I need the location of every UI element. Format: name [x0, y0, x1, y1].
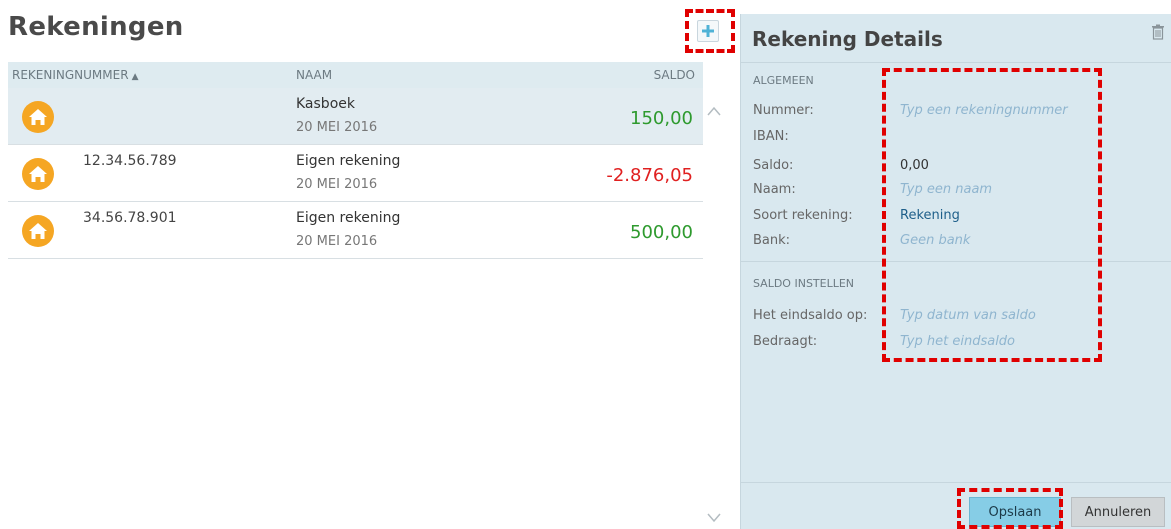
plus-icon [701, 24, 715, 38]
account-name: Eigen rekening [296, 210, 401, 226]
account-saldo: 500,00 [630, 222, 693, 243]
saldo-label: Saldo: [753, 158, 794, 173]
eindsaldo-date-input[interactable]: Typ datum van saldo [900, 308, 1036, 323]
account-saldo: 150,00 [630, 108, 693, 129]
cancel-button[interactable]: Annuleren [1071, 497, 1165, 527]
chevron-up-icon[interactable] [707, 104, 721, 120]
eindsaldo-amount-input[interactable]: Typ het eindsaldo [900, 334, 1015, 349]
accounts-table-header: REKENINGNUMMER ▲ NAAM SALDO [8, 62, 703, 88]
account-details-panel: Rekening Details ALGEMEEN Nummer: Typ ee… [740, 14, 1171, 529]
account-row[interactable]: Kasboek 20 MEI 2016 150,00 [8, 88, 703, 145]
naam-input[interactable]: Typ een naam [900, 182, 992, 197]
accounts-panel: Rekeningen REKENINGNUMMER ▲ NAAM SALDO Ka… [0, 0, 735, 529]
details-title: Rekening Details [752, 27, 943, 51]
bedraagt-label: Bedraagt: [753, 334, 818, 349]
house-icon [22, 215, 54, 247]
account-name: Eigen rekening [296, 153, 401, 169]
iban-input[interactable] [900, 129, 1090, 147]
account-row[interactable]: 12.34.56.789 Eigen rekening 20 MEI 2016 … [8, 145, 703, 202]
nummer-label: Nummer: [753, 103, 814, 118]
column-header-name[interactable]: NAAM [296, 68, 332, 82]
nummer-input[interactable]: Typ een rekeningnummer [900, 103, 1068, 118]
account-date: 20 MEI 2016 [296, 120, 378, 135]
eindsaldo-op-label: Het eindsaldo op: [753, 308, 868, 323]
naam-label: Naam: [753, 182, 796, 197]
column-header-number[interactable]: REKENINGNUMMER ▲ [12, 68, 138, 82]
divider [741, 261, 1171, 262]
saldo-value: 0,00 [900, 158, 929, 173]
column-header-saldo[interactable]: SALDO [654, 68, 695, 82]
section-general-label: ALGEMEEN [753, 74, 814, 87]
account-number: 34.56.78.901 [83, 210, 177, 226]
divider [741, 482, 1171, 483]
account-row[interactable]: 34.56.78.901 Eigen rekening 20 MEI 2016 … [8, 202, 703, 259]
chevron-down-icon[interactable] [707, 511, 721, 527]
account-name: Kasboek [296, 96, 355, 112]
house-icon [22, 101, 54, 133]
accounts-list: Kasboek 20 MEI 2016 150,00 12.34.56.789 … [8, 88, 703, 259]
add-account-button[interactable] [697, 20, 719, 42]
section-saldo-label: SALDO INSTELLEN [753, 277, 855, 290]
soort-rekening-label: Soort rekening: [753, 208, 853, 223]
account-number: 12.34.56.789 [83, 153, 177, 169]
trash-icon[interactable] [1151, 24, 1165, 44]
divider [741, 62, 1171, 63]
house-icon [22, 158, 54, 190]
list-scrollbar[interactable] [703, 88, 727, 529]
save-button[interactable]: Opslaan [969, 497, 1061, 527]
page-title: Rekeningen [8, 12, 184, 42]
soort-rekening-select[interactable]: Rekening [900, 208, 960, 223]
iban-label: IBAN: [753, 129, 789, 144]
bank-select[interactable]: Geen bank [900, 233, 970, 248]
account-date: 20 MEI 2016 [296, 177, 378, 192]
account-date: 20 MEI 2016 [296, 234, 378, 249]
account-saldo: -2.876,05 [606, 165, 693, 186]
sort-up-icon: ▲ [131, 72, 139, 82]
bank-label: Bank: [753, 233, 791, 248]
